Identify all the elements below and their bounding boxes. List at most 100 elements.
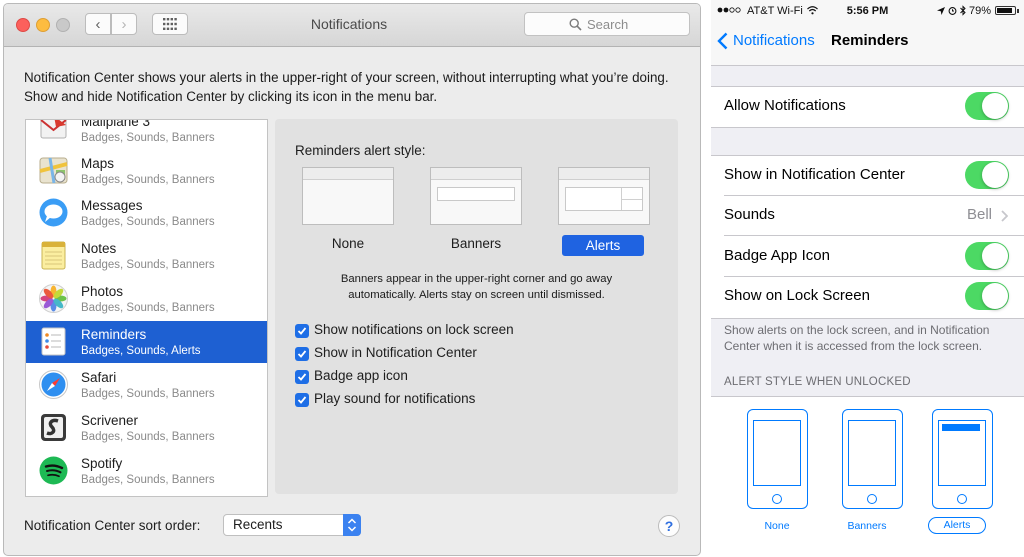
show-in-notification-center-cell: Show in Notification Center [711, 156, 1024, 196]
style-none-label[interactable]: None [302, 236, 394, 251]
checkbox-lock-screen[interactable] [295, 324, 309, 338]
grid-icon [163, 18, 177, 30]
reminders-settings-panel: Reminders alert style: None Banners Aler… [275, 119, 678, 494]
sounds-cell[interactable]: Sounds Bell [711, 196, 1024, 236]
show-all-button[interactable] [152, 13, 188, 35]
app-list[interactable]: Mailplane 3 Badges, Sounds, Banners Maps… [25, 119, 268, 497]
checkmark-icon [297, 327, 307, 335]
app-name: Scrivener [81, 413, 139, 428]
help-button[interactable]: ? [658, 515, 680, 537]
zoom-window-button[interactable] [56, 18, 70, 32]
search-field[interactable]: Search [524, 12, 690, 36]
alert-preview [565, 187, 643, 211]
home-button-shape [957, 494, 967, 504]
alert-banner-shape [942, 424, 980, 431]
list-item-safari[interactable]: Safari Badges, Sounds, Banners [26, 364, 267, 406]
sounds-label: Sounds [724, 206, 775, 223]
sort-order-select[interactable]: Recents [223, 514, 361, 536]
app-name: Messages [81, 198, 143, 213]
style-alerts-label-selected[interactable]: Alerts [562, 235, 644, 256]
style-none-thumbnail[interactable] [302, 167, 394, 225]
checkbox-badge-app-icon[interactable] [295, 370, 309, 384]
search-icon [569, 18, 582, 31]
badge-app-icon-toggle[interactable] [965, 242, 1009, 270]
forward-button[interactable]: › [111, 13, 137, 35]
checkmark-icon [297, 373, 307, 381]
allow-notifications-toggle[interactable] [965, 92, 1009, 120]
list-item-notes[interactable]: Notes Badges, Sounds, Banners [26, 235, 267, 277]
show-in-notification-center-toggle[interactable] [965, 161, 1009, 189]
app-notification-summary: Badges, Sounds, Banners [81, 132, 215, 144]
allow-notifications-group: Allow Notifications [711, 86, 1024, 128]
checkbox-play-sound-label[interactable]: Play sound for notifications [314, 391, 475, 406]
alert-style-info: Banners appear in the upper-right corner… [340, 273, 613, 301]
chevron-right-icon [1001, 210, 1008, 222]
thumbnail-menubar [303, 168, 393, 180]
chevron-left-icon [717, 32, 728, 50]
style-banners-thumbnail[interactable] [430, 167, 522, 225]
window-title: Notifications [310, 16, 388, 32]
minimize-window-button[interactable] [36, 18, 50, 32]
spotify-icon [39, 456, 68, 485]
phone-screen [753, 420, 801, 486]
list-item-reminders[interactable]: Reminders Badges, Sounds, Alerts [26, 321, 267, 363]
app-notification-summary: Badges, Sounds, Banners [81, 474, 215, 486]
search-placeholder: Search [587, 17, 629, 32]
alert-style-banners-option[interactable] [842, 409, 903, 509]
back-button[interactable]: ‹ [85, 13, 111, 35]
phone-screen [848, 420, 896, 486]
allow-notifications-label: Allow Notifications [724, 97, 846, 114]
notification-options-group: Show in Notification Center Sounds Bell … [711, 155, 1024, 319]
sort-order-value: Recents [233, 517, 283, 532]
allow-notifications-cell: Allow Notifications [711, 87, 1024, 127]
badge-app-icon-label: Badge App Icon [724, 247, 830, 264]
alert-style-alerts-option[interactable] [932, 409, 993, 509]
checkbox-notification-center[interactable] [295, 347, 309, 361]
thumbnail-menubar [431, 168, 521, 180]
style-banners-label[interactable]: Banners [430, 236, 522, 251]
alert-style-alerts-label-selected[interactable]: Alerts [928, 517, 986, 534]
ios-reminders-settings: AT&T Wi-Fi 5:56 PM 79% Notifications Rem… [711, 0, 1024, 557]
close-window-button[interactable] [16, 18, 30, 32]
navigation-bar: Notifications Reminders [711, 22, 1024, 66]
checkbox-lock-screen-label[interactable]: Show notifications on lock screen [314, 322, 514, 337]
sounds-value: Bell [966, 206, 992, 223]
mac-notifications-window: ‹ › Notifications Search Notification Ce… [3, 3, 701, 556]
alert-style-title: Reminders alert style: [295, 143, 426, 158]
alert-style-banners-label[interactable]: Banners [832, 520, 902, 532]
battery-icon [995, 6, 1019, 15]
badge-app-icon-cell: Badge App Icon [711, 237, 1024, 277]
app-notification-summary: Badges, Sounds, Banners [81, 388, 215, 400]
home-button-shape [867, 494, 877, 504]
app-name: Photos [81, 284, 124, 299]
location-arrow-icon [937, 7, 945, 15]
list-item-scrivener[interactable]: Scrivener Badges, Sounds, Banners [26, 407, 267, 449]
alert-style-none-label[interactable]: None [742, 520, 812, 532]
app-notification-summary: Badges, Sounds, Alerts [81, 345, 201, 357]
checkbox-play-sound[interactable] [295, 393, 309, 407]
list-item-photos[interactable]: Photos Badges, Sounds, Banners [26, 278, 267, 320]
battery-percentage: 79% [969, 5, 992, 17]
maps-icon [39, 157, 68, 184]
lock-screen-footer: Show alerts on the lock screen, and in N… [724, 323, 990, 353]
phone-screen [938, 420, 986, 486]
updown-arrows-icon [343, 514, 361, 536]
app-notification-summary: Badges, Sounds, Banners [81, 216, 215, 228]
checkbox-notification-center-label[interactable]: Show in Notification Center [314, 345, 477, 360]
photos-icon [39, 284, 68, 313]
checkbox-badge-app-icon-label[interactable]: Badge app icon [314, 368, 408, 383]
alert-style-picker: None Banners Alerts [711, 396, 1024, 557]
show-on-lock-screen-cell: Show on Lock Screen [711, 277, 1024, 317]
show-on-lock-screen-toggle[interactable] [965, 282, 1009, 310]
list-item-maps[interactable]: Maps Badges, Sounds, Banners [26, 150, 267, 192]
checkmark-icon [297, 396, 307, 404]
show-in-notification-center-label: Show in Notification Center [724, 166, 905, 183]
alarm-icon [948, 7, 957, 15]
style-alerts-thumbnail[interactable] [558, 167, 650, 225]
alert-style-none-option[interactable] [747, 409, 808, 509]
list-item-spotify[interactable]: Spotify Badges, Sounds, Banners [26, 450, 267, 492]
mailplane-icon [40, 120, 67, 139]
list-item-mailplane[interactable]: Mailplane 3 Badges, Sounds, Banners [26, 120, 267, 150]
list-item-messages[interactable]: Messages Badges, Sounds, Banners [26, 192, 267, 234]
app-name: Notes [81, 241, 117, 256]
